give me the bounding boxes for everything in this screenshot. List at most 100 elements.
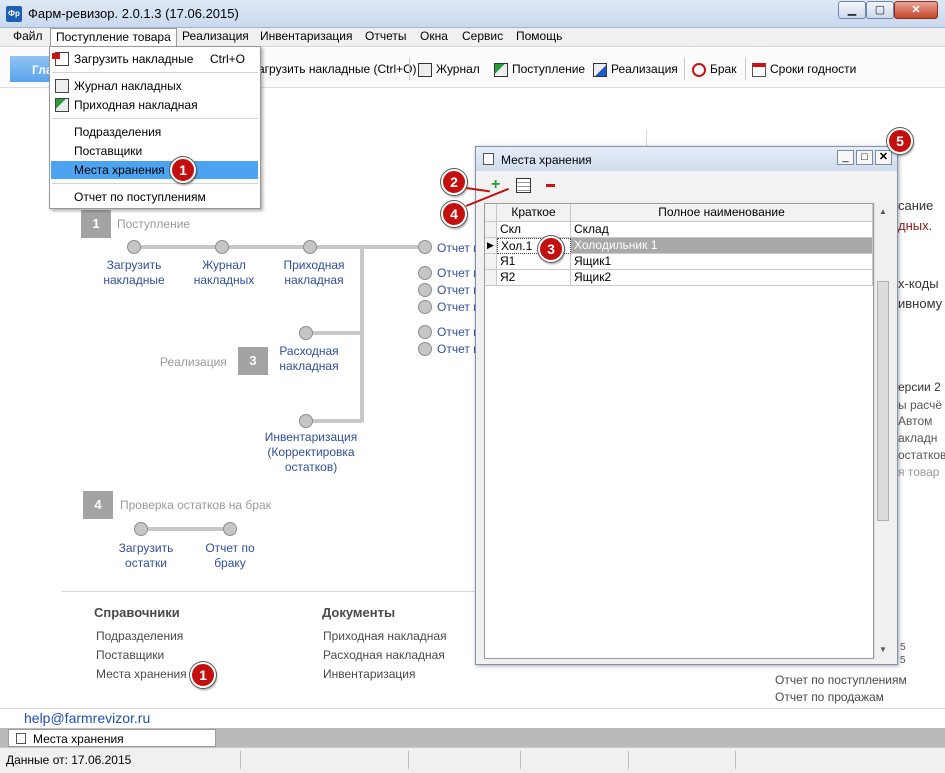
menu-reports[interactable]: Отчеты: [360, 28, 411, 47]
news-text: ы расчё: [898, 398, 943, 412]
node-inventory[interactable]: [299, 414, 313, 428]
document-icon: [483, 153, 494, 165]
report-link[interactable]: Отчет п: [437, 241, 480, 255]
toolbar-receipt-button[interactable]: Поступление: [494, 62, 585, 78]
minimize-icon[interactable]: _: [837, 150, 854, 165]
node-report[interactable]: [418, 240, 432, 254]
node-load-rest[interactable]: [134, 522, 148, 536]
report-fragment: 5: [900, 655, 906, 666]
menu-service[interactable]: Сервис: [457, 28, 508, 47]
table-row-selected[interactable]: Холодильник 1: [571, 238, 873, 254]
table-row[interactable]: Скл: [497, 222, 571, 238]
dd-journal[interactable]: Журнал накладных: [74, 77, 182, 95]
toolbar-sale-button[interactable]: Реализация: [593, 62, 678, 78]
menu-file[interactable]: Файл: [8, 28, 48, 47]
callout-badge: 4: [441, 201, 467, 227]
report-link[interactable]: Отчет п: [437, 325, 480, 339]
grid-header-full[interactable]: Полное наименование: [571, 204, 873, 222]
inventory-link[interactable]: Инвентаризация (Корректировка остатков): [256, 430, 366, 475]
report-link[interactable]: Отчет п: [437, 283, 480, 297]
menu-receipt[interactable]: Поступление товара: [50, 28, 177, 48]
node-report[interactable]: [418, 300, 432, 314]
dd-separator: [52, 72, 258, 73]
node-report[interactable]: [418, 283, 432, 297]
status-separator: [628, 751, 629, 769]
toolbar-load-button[interactable]: агрузить накладные (Ctrl+O): [258, 62, 417, 78]
add-icon[interactable]: +: [491, 177, 500, 193]
delete-icon[interactable]: [546, 184, 555, 187]
grid-scrollbar[interactable]: ▲ ▼: [874, 203, 891, 659]
step-3-title: Реализация: [160, 355, 227, 369]
load-link[interactable]: Загрузить накладные: [94, 258, 174, 288]
reports-sales-link[interactable]: Отчет по продажам: [775, 690, 884, 704]
node-report[interactable]: [418, 325, 432, 339]
journal-link[interactable]: Журнал накладных: [184, 258, 264, 288]
expense-link[interactable]: Расходная накладная: [269, 344, 349, 374]
menu-windows[interactable]: Окна: [415, 28, 453, 47]
toolbar-expiry-button[interactable]: Сроки годности: [752, 62, 856, 78]
load-rest-link[interactable]: Загрузить остатки: [106, 541, 186, 571]
menu-help[interactable]: Помощь: [511, 28, 567, 47]
minimize-icon[interactable]: ▁: [838, 1, 866, 19]
report-link[interactable]: Отчет п: [437, 266, 480, 280]
flow-line: [306, 419, 362, 423]
docs-invoice-link[interactable]: Приходная накладная: [323, 629, 447, 643]
flow-line: [140, 527, 230, 531]
calendar-icon: [752, 62, 766, 77]
node-load[interactable]: [127, 240, 141, 254]
dd-storage[interactable]: Места хранения: [74, 161, 165, 179]
table-row[interactable]: Ящик1: [571, 254, 873, 270]
dd-invoice[interactable]: Приходная накладная: [74, 96, 198, 114]
storage-window: Места хранения _ □ ✕ + Краткое Полное на…: [475, 146, 898, 665]
grid-header-short[interactable]: Краткое: [497, 204, 571, 222]
toolbar-separator: [745, 58, 746, 80]
dd-load[interactable]: Загрузить накладные: [74, 50, 193, 68]
scroll-up-icon[interactable]: ▲: [879, 207, 887, 216]
status-separator: [520, 751, 521, 769]
node-report[interactable]: [418, 342, 432, 356]
node-journal[interactable]: [215, 240, 229, 254]
maximize-icon[interactable]: □: [856, 150, 873, 165]
menu-bar: Файл Поступление товара Реализация Инвен…: [0, 28, 945, 48]
report-link[interactable]: Отчет п: [437, 342, 480, 356]
menu-sales[interactable]: Реализация: [177, 28, 254, 47]
node-expense[interactable]: [299, 326, 313, 340]
docs-inventory-link[interactable]: Инвентаризация: [323, 667, 415, 681]
close-icon[interactable]: ✕: [894, 1, 938, 19]
scroll-thumb[interactable]: [877, 281, 889, 521]
node-invoice[interactable]: [303, 240, 317, 254]
docs-expense-link[interactable]: Расходная накладная: [323, 648, 445, 662]
footer-divider: [0, 708, 945, 709]
table-row[interactable]: Склад: [571, 222, 873, 238]
scroll-down-icon[interactable]: ▼: [879, 645, 887, 654]
toolbar-journal-button[interactable]: Журнал: [418, 62, 480, 78]
reports-receipt-link[interactable]: Отчет по поступлениям: [775, 673, 907, 687]
dd-suppliers[interactable]: Поставщики: [74, 142, 142, 160]
node-defect-report[interactable]: [223, 522, 237, 536]
invoice-link[interactable]: Приходная накладная: [274, 258, 354, 288]
node-report[interactable]: [418, 266, 432, 280]
window-tab-storage[interactable]: Места хранения: [8, 729, 216, 747]
menu-inventory[interactable]: Инвентаризация: [255, 28, 357, 47]
report-link[interactable]: Отчет п: [437, 300, 480, 314]
defect-report-link[interactable]: Отчет по браку: [190, 541, 270, 571]
table-row[interactable]: Ящик2: [571, 270, 873, 286]
toolbar-separator: [684, 58, 685, 80]
arrow-icon: [52, 53, 60, 59]
maximize-icon[interactable]: ▢: [866, 1, 894, 19]
refs-departments-link[interactable]: Подразделения: [96, 629, 183, 643]
section-divider: [62, 591, 482, 592]
table-row[interactable]: Я2: [497, 270, 571, 286]
dd-departments[interactable]: Подразделения: [74, 123, 161, 141]
close-icon[interactable]: ✕: [875, 150, 892, 165]
step-3-number: 3: [238, 347, 268, 375]
news-text: Автом: [898, 414, 933, 428]
dd-report[interactable]: Отчет по поступлениям: [74, 188, 206, 206]
refs-suppliers-link[interactable]: Поставщики: [96, 648, 164, 662]
edit-icon[interactable]: [516, 178, 531, 193]
callout-badge: 2: [441, 169, 467, 195]
refs-storage-link[interactable]: Места хранения: [96, 667, 187, 681]
news-text: я товар: [898, 465, 940, 479]
toolbar-defect-button[interactable]: Брак: [692, 62, 736, 78]
email-link[interactable]: help@farmrevizor.ru: [24, 710, 150, 726]
